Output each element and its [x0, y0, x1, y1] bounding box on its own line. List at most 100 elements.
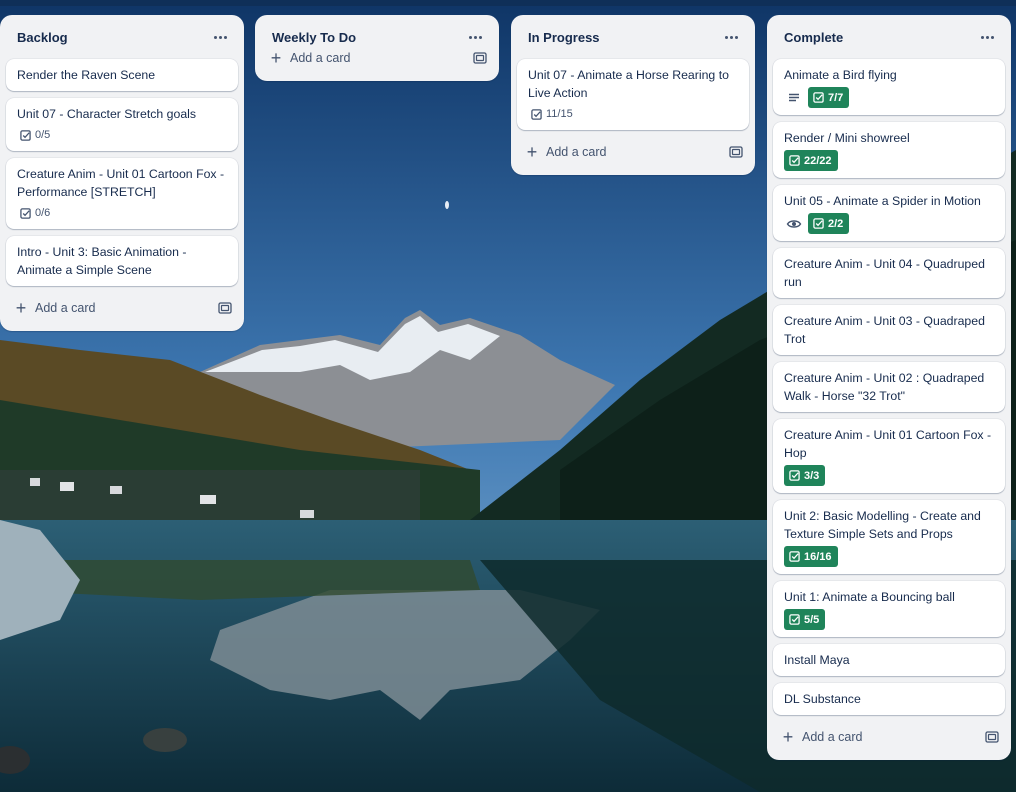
card-title: Creature Anim - Unit 03 - Quadraped Trot: [784, 314, 985, 346]
card-template-icon[interactable]: [985, 730, 999, 744]
card-title: Unit 2: Basic Modelling - Create and Tex…: [784, 509, 981, 541]
card[interactable]: Unit 07 - Character Stretch goals 0/5: [6, 98, 238, 151]
add-card-button[interactable]: + Add a card: [782, 727, 863, 747]
checklist-count: 11/15: [546, 108, 573, 120]
checklist-complete-badge: 5/5: [784, 609, 826, 630]
card[interactable]: Creature Anim - Unit 01 Cartoon Fox - Pe…: [6, 158, 238, 229]
list-header: In Progress: [517, 15, 749, 59]
checklist-count: 7/7: [828, 91, 844, 104]
card-template-icon[interactable]: [218, 301, 232, 315]
checklist-complete-badge: 3/3: [784, 465, 826, 486]
card[interactable]: Render the Raven Scene: [6, 59, 238, 91]
card-title: Unit 1: Animate a Bouncing ball: [784, 590, 955, 604]
card-badges: 2/2: [784, 213, 995, 234]
add-card-row: + Add a card: [517, 137, 749, 167]
card[interactable]: Intro - Unit 3: Basic Animation - Animat…: [6, 236, 238, 286]
checklist-icon: [789, 614, 800, 625]
add-card-label: Add a card: [802, 730, 863, 744]
list-title: In Progress: [528, 29, 600, 45]
card[interactable]: Creature Anim - Unit 02 : Quadraped Walk…: [773, 362, 1005, 412]
plus-icon: +: [782, 727, 794, 747]
list-weekly-to-do: Weekly To Do + Add a card: [255, 15, 499, 81]
checklist-count: 0/5: [35, 129, 51, 141]
card[interactable]: Install Maya: [773, 644, 1005, 676]
card-template-icon[interactable]: [473, 51, 487, 65]
card[interactable]: Unit 2: Basic Modelling - Create and Tex…: [773, 500, 1005, 574]
card-badges: 22/22: [784, 150, 995, 171]
card-title: Render / Mini showreel: [784, 131, 910, 145]
description-icon: [789, 93, 799, 101]
checklist-icon: [789, 155, 800, 166]
list-menu-icon[interactable]: [975, 25, 999, 49]
card[interactable]: Render / Mini showreel 22/22: [773, 122, 1005, 178]
plus-icon: +: [15, 298, 27, 318]
card-badges: 5/5: [784, 609, 995, 630]
checklist-icon: [813, 92, 824, 103]
card-title: Unit 07 - Character Stretch goals: [17, 107, 197, 121]
list-menu-icon[interactable]: [463, 25, 487, 49]
list-header: Backlog: [6, 15, 238, 59]
card-title: Unit 07 - Animate a Horse Rearing to Liv…: [528, 68, 729, 100]
list-in-progress: In Progress Unit 07 - Animate a Horse Re…: [511, 15, 755, 175]
top-bar-strip: [0, 0, 1016, 6]
card-title: Creature Anim - Unit 02 : Quadraped Walk…: [784, 371, 985, 403]
card-badges: 0/5: [17, 126, 228, 144]
checklist-icon: [20, 207, 31, 219]
card-title: Intro - Unit 3: Basic Animation - Animat…: [17, 245, 187, 277]
list-menu-icon[interactable]: [208, 25, 232, 49]
list-menu-icon[interactable]: [719, 25, 743, 49]
list-backlog: Backlog Render the Raven Scene Unit 07 -…: [0, 15, 244, 331]
checklist-complete-badge: 16/16: [784, 546, 838, 567]
card-badges: 7/7: [784, 87, 995, 108]
card-badges: 0/6: [17, 204, 228, 222]
add-card-label: Add a card: [35, 301, 96, 315]
checklist-count: 16/16: [804, 550, 832, 563]
add-card-label: Add a card: [290, 51, 351, 65]
card-title: Animate a Bird flying: [784, 68, 897, 82]
add-card-label: Add a card: [546, 145, 607, 159]
card[interactable]: Creature Anim - Unit 03 - Quadraped Trot: [773, 305, 1005, 355]
card[interactable]: Animate a Bird flying 7/7: [773, 59, 1005, 115]
checklist-count: 0/6: [35, 207, 51, 219]
checklist-count: 3/3: [804, 469, 820, 482]
plus-icon: +: [526, 142, 538, 162]
card-title: Install Maya: [784, 653, 850, 667]
checklist-complete-badge: 7/7: [808, 87, 850, 108]
card[interactable]: Creature Anim - Unit 01 Cartoon Fox - Ho…: [773, 419, 1005, 493]
card-badges: 11/15: [528, 105, 739, 123]
checklist-complete-badge: 2/2: [808, 213, 850, 234]
list-header: Complete: [773, 15, 1005, 59]
list-title: Backlog: [17, 29, 68, 45]
card-title: Unit 05 - Animate a Spider in Motion: [784, 194, 981, 208]
checklist-count: 2/2: [828, 217, 844, 230]
card-template-icon[interactable]: [729, 145, 743, 159]
checklist-count: 22/22: [804, 154, 832, 167]
list-complete: Complete Animate a Bird flying 7/7 Rende…: [767, 15, 1011, 760]
add-card-row: + Add a card: [773, 722, 1005, 752]
list-title: Weekly To Do: [272, 29, 357, 45]
checklist-badge: 0/5: [17, 126, 50, 144]
add-card-button[interactable]: + Add a card: [526, 142, 607, 162]
card-title: Render the Raven Scene: [17, 68, 156, 82]
checklist-icon: [813, 218, 824, 229]
card[interactable]: Unit 05 - Animate a Spider in Motion 2/2: [773, 185, 1005, 241]
card[interactable]: Creature Anim - Unit 04 - Quadruped run: [773, 248, 1005, 298]
checklist-badge: 0/6: [17, 204, 50, 222]
card-badges: 3/3: [784, 465, 995, 486]
checklist-count: 5/5: [804, 613, 820, 626]
list-title: Complete: [784, 29, 844, 45]
card-badges: 16/16: [784, 546, 995, 567]
card[interactable]: Unit 1: Animate a Bouncing ball 5/5: [773, 581, 1005, 637]
card[interactable]: Unit 07 - Animate a Horse Rearing to Liv…: [517, 59, 749, 130]
checklist-complete-badge: 22/22: [784, 150, 838, 171]
card[interactable]: DL Substance: [773, 683, 1005, 715]
checklist-icon: [20, 129, 31, 141]
checklist-badge: 11/15: [528, 105, 573, 123]
checklist-icon: [531, 108, 542, 120]
add-card-button[interactable]: + Add a card: [270, 49, 351, 67]
add-card-button[interactable]: + Add a card: [15, 298, 96, 318]
card-title: DL Substance: [784, 692, 861, 706]
card-title: Creature Anim - Unit 04 - Quadruped run: [784, 257, 985, 289]
card-title: Creature Anim - Unit 01 Cartoon Fox - Pe…: [17, 167, 225, 199]
checklist-icon: [789, 551, 800, 562]
